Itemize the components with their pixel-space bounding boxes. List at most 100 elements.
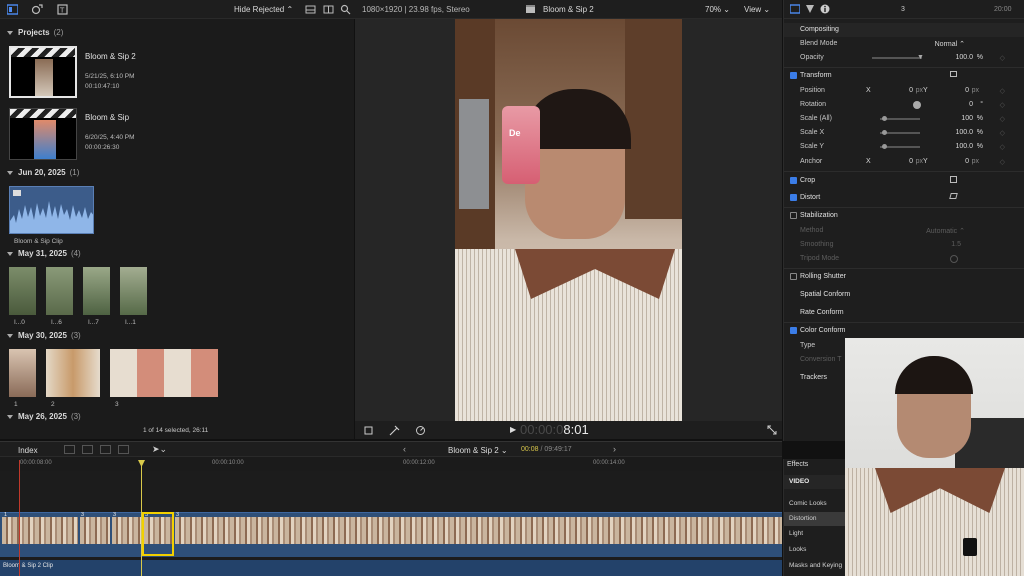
position-x-value[interactable]: 0: [909, 87, 913, 94]
color-conform-section[interactable]: Color Conform: [784, 324, 1024, 338]
clip-appearance-icon[interactable]: [305, 4, 316, 15]
fullscreen-icon[interactable]: [767, 425, 777, 435]
timeline-clip[interactable]: [175, 517, 782, 544]
index-button[interactable]: Index: [18, 446, 38, 455]
distort-section[interactable]: Distort: [784, 191, 1024, 205]
search-icon[interactable]: [340, 4, 351, 15]
transform-tool-icon[interactable]: [363, 425, 374, 436]
compositing-section[interactable]: Compositing: [784, 23, 1024, 37]
effects-category-header[interactable]: VIDEO: [784, 475, 846, 489]
opacity-knob-icon[interactable]: ▼: [917, 54, 924, 61]
keyframe-icon[interactable]: ◇: [1000, 129, 1005, 137]
date-group-header[interactable]: May 26, 2025 (3): [7, 412, 81, 421]
timeline-ruler[interactable]: 00:00:08:00 00:00:10:00 00:00:12:00 00:0…: [0, 457, 782, 471]
effect-category-item[interactable]: Comic Looks: [784, 497, 846, 511]
keyframe-icon[interactable]: ◇: [1000, 54, 1005, 62]
scale-x-knob[interactable]: [882, 130, 887, 135]
effects-title[interactable]: Effects: [787, 461, 808, 468]
keyframe-icon[interactable]: ◇: [1000, 101, 1005, 109]
scale-all-value[interactable]: 100: [961, 115, 973, 122]
audio-clip[interactable]: Bloom & Sip 2 Clip: [0, 560, 782, 576]
photos-audio-icon[interactable]: [32, 4, 43, 15]
distort-icon[interactable]: [949, 193, 958, 199]
overwrite-clip-icon[interactable]: [118, 445, 129, 454]
timeline-clip[interactable]: [2, 517, 78, 544]
effect-category-item[interactable]: Masks and Keying: [784, 559, 846, 573]
viewer-frame[interactable]: De: [455, 19, 682, 421]
effect-category-item[interactable]: Looks: [784, 543, 846, 557]
position-y-value[interactable]: 0: [965, 87, 969, 94]
select-tool-icon[interactable]: ➤⌄: [152, 444, 167, 455]
color-inspector-icon[interactable]: [805, 4, 815, 14]
stabilization-section[interactable]: Stabilization: [784, 209, 1024, 223]
project-thumbnail[interactable]: [9, 46, 77, 98]
titles-generators-icon[interactable]: T: [57, 4, 68, 15]
opacity-slider[interactable]: [872, 57, 922, 59]
scale-y-value[interactable]: 100.0: [955, 143, 973, 150]
filter-popup[interactable]: Hide Rejected ⌃: [234, 5, 293, 14]
scale-y-knob[interactable]: [882, 144, 887, 149]
transform-section[interactable]: Transform: [784, 69, 1024, 83]
view-popup[interactable]: View ⌄: [744, 5, 770, 14]
opacity-value[interactable]: 100.0: [955, 54, 973, 61]
clip-thumbnail[interactable]: [46, 349, 100, 397]
append-clip-icon[interactable]: [64, 445, 75, 454]
smoothing-value[interactable]: 1.5: [951, 241, 961, 248]
clip-thumbnail[interactable]: [46, 267, 73, 315]
keyframe-icon[interactable]: ◇: [1000, 143, 1005, 151]
skimmer-line[interactable]: [19, 460, 20, 576]
timeline-clip[interactable]: [112, 517, 142, 544]
transform-checkbox[interactable]: [790, 72, 797, 79]
date-group-header[interactable]: Jun 20, 2025 (1): [7, 168, 79, 177]
spatial-conform-section[interactable]: Spatial Conform: [784, 288, 1024, 302]
tripod-toggle[interactable]: [950, 255, 958, 263]
project-thumbnail[interactable]: [9, 108, 77, 160]
effect-category-item[interactable]: Distortion: [784, 512, 846, 526]
clip-thumbnail[interactable]: [110, 349, 218, 397]
projects-header[interactable]: Projects (2): [7, 28, 63, 37]
play-icon[interactable]: ▶: [510, 425, 516, 434]
clip-thumbnail[interactable]: [120, 267, 147, 315]
enhance-icon[interactable]: [389, 425, 400, 436]
rate-conform-section[interactable]: Rate Conform: [784, 306, 1024, 320]
crop-checkbox[interactable]: [790, 177, 797, 184]
date-group-header[interactable]: May 30, 2025 (3): [7, 331, 81, 340]
rotation-dial[interactable]: [913, 101, 921, 109]
timeline-project-popup[interactable]: Bloom & Sip 2 ⌄: [448, 446, 508, 455]
anchor-x-value[interactable]: 0: [909, 158, 913, 165]
selected-clip-outline[interactable]: [142, 512, 174, 556]
rolling-shutter-section[interactable]: Rolling Shutter: [784, 270, 1024, 284]
stabilization-checkbox[interactable]: [790, 212, 797, 219]
date-group-header[interactable]: May 31, 2025 (4): [7, 249, 81, 258]
rotation-value[interactable]: 0: [969, 101, 973, 108]
method-popup[interactable]: Automatic ⌃: [926, 227, 965, 235]
clip-thumbnail[interactable]: [83, 267, 110, 315]
anchor-y-value[interactable]: 0: [965, 158, 969, 165]
timeline-clip[interactable]: [80, 517, 110, 544]
forward-icon[interactable]: ›: [613, 444, 616, 454]
keyframe-icon[interactable]: ◇: [1000, 87, 1005, 95]
audio-clip-thumbnail[interactable]: [9, 186, 94, 234]
crop-section[interactable]: Crop: [784, 174, 1024, 188]
scale-x-value[interactable]: 100.0: [955, 129, 973, 136]
color-conform-checkbox[interactable]: [790, 327, 797, 334]
onscreen-controls-icon[interactable]: [950, 71, 957, 77]
timecode-display[interactable]: 00:00:08:01: [520, 422, 589, 437]
keyframe-icon[interactable]: ◇: [1000, 158, 1005, 166]
blend-mode-popup[interactable]: Normal ⌃: [935, 40, 965, 48]
clip-thumbnail[interactable]: [9, 349, 36, 397]
libraries-icon[interactable]: [7, 4, 18, 15]
filmstrip-view-icon[interactable]: [323, 4, 334, 15]
info-icon[interactable]: [820, 4, 830, 14]
effect-category-item[interactable]: Light: [784, 527, 846, 541]
speed-icon[interactable]: [415, 425, 426, 436]
distort-checkbox[interactable]: [790, 194, 797, 201]
zoom-popup[interactable]: 70% ⌄: [705, 5, 730, 14]
rolling-shutter-checkbox[interactable]: [790, 273, 797, 280]
back-icon[interactable]: ‹: [403, 444, 406, 454]
scale-all-knob[interactable]: [882, 116, 887, 121]
playhead[interactable]: [141, 460, 142, 576]
insert-clip-icon[interactable]: [82, 445, 93, 454]
clip-thumbnail[interactable]: [9, 267, 36, 315]
crop-icon[interactable]: [950, 176, 957, 183]
